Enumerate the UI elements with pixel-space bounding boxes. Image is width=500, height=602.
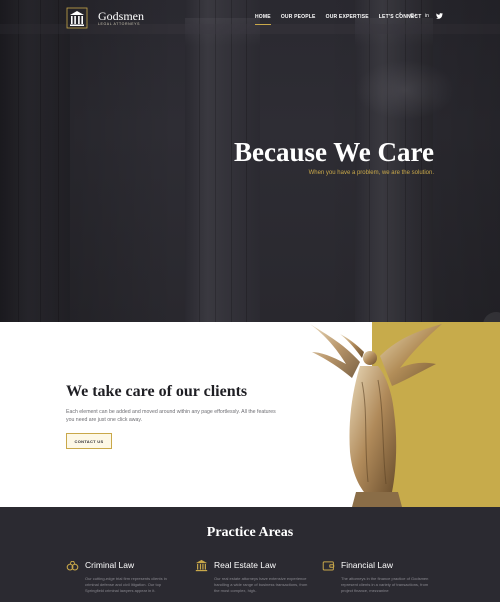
hero-subtitle: When you have a problem, we are the solu… — [308, 170, 434, 176]
care-text: Each element can be added and moved arou… — [66, 409, 276, 423]
practice-area-name: Real Estate Law — [214, 560, 276, 570]
twitter-icon[interactable] — [436, 13, 443, 20]
google-plus-icon[interactable]: G+ — [409, 13, 418, 20]
practice-area-description: The attorneys in the finance practice of… — [341, 576, 429, 593]
linkedin-icon[interactable]: in — [424, 13, 430, 20]
bank-icon — [195, 559, 208, 572]
courthouse-logo-icon — [66, 7, 88, 29]
practice-area-description: Our cutting-edge trial firm represents c… — [85, 576, 167, 593]
wallet-icon — [322, 561, 335, 571]
top-navigation: Godsmen LEGAL ATTORNEYS HOME OUR PEOPLE … — [0, 0, 500, 36]
nav-our-expertise[interactable]: OUR EXPERTISE — [326, 14, 369, 20]
care-title: We take care of our clients — [66, 383, 248, 400]
contact-us-button[interactable]: CONTACT US — [66, 433, 112, 449]
practice-area-description: Our real estate attorneys have extensive… — [214, 576, 308, 593]
nav-our-people[interactable]: OUR PEOPLE — [281, 14, 316, 20]
care-section: We take care of our clients Each element… — [0, 322, 500, 507]
nav-home[interactable]: HOME — [255, 14, 271, 25]
practice-areas-section: Practice Areas Criminal Law Our cutting-… — [0, 507, 500, 602]
social-links: f G+ in — [397, 13, 443, 20]
handcuffs-icon — [66, 560, 79, 571]
logo[interactable]: Godsmen LEGAL ATTORNEYS — [66, 7, 154, 29]
practice-title: Practice Areas — [206, 525, 294, 540]
logo-subtitle: LEGAL ATTORNEYS — [98, 22, 141, 26]
hero-section: Godsmen LEGAL ATTORNEYS HOME OUR PEOPLE … — [0, 0, 500, 322]
practice-area-name: Financial Law — [341, 560, 393, 570]
hero-title: Because We Care — [234, 137, 434, 167]
practice-area-name: Criminal Law — [85, 560, 135, 570]
winged-statue-image — [310, 324, 442, 507]
facebook-icon[interactable]: f — [397, 13, 403, 20]
